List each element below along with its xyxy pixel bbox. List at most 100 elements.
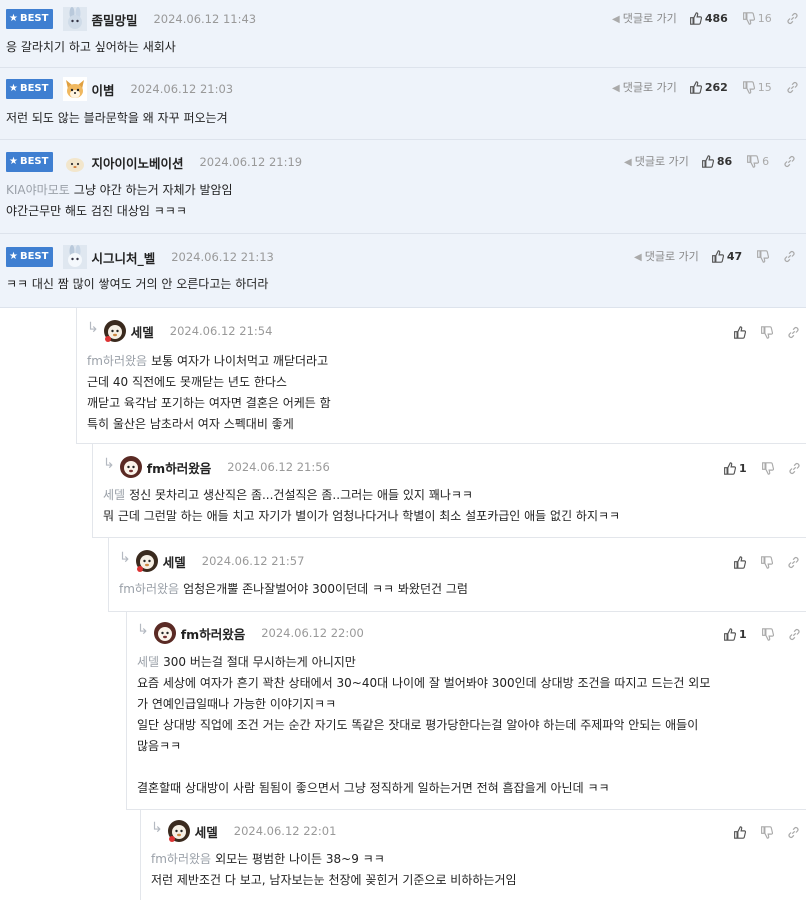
go-to-reply-link[interactable]: ◀ 댓글로 가기 <box>612 79 677 95</box>
thumbs-up-icon[interactable] <box>733 555 746 569</box>
best-badge: ★ BEST <box>6 9 54 29</box>
comment-line: 세델 정신 못차리고 생산직은 좀...건설직은 좀..그러는 애들 있지 꽤나ㅋ… <box>103 485 620 506</box>
mention-tag[interactable]: 세델 <box>137 655 159 669</box>
nickname[interactable]: 세델 <box>131 322 154 341</box>
comment-header: ★ BEST 좀밀망밀 2024.06.12 11:43 <box>6 7 257 31</box>
send-icon: ◀ <box>624 157 632 168</box>
comment-header: ↳ fm하러왔음 2024.06.12 22:00 <box>137 621 364 645</box>
thumbs-down-icon[interactable] <box>761 461 774 475</box>
thumbs-up-icon[interactable] <box>689 11 702 25</box>
nickname[interactable]: 지아이이노베이션 <box>91 153 183 172</box>
nickname[interactable]: 좀밀망밀 <box>91 10 137 29</box>
best-comment: ★ BEST 지아이이노베이션 2024.06.12 21:19 ◀ 댓글로 가기 … <box>0 140 806 234</box>
comment-header: ↳ 세델 2024.06.12 21:54 <box>87 319 272 343</box>
rabbit-avatar-icon[interactable] <box>63 245 88 269</box>
dog-avatar-icon[interactable] <box>152 621 177 645</box>
thumbs-up-icon[interactable] <box>689 80 702 94</box>
star-icon: ★ <box>9 83 18 94</box>
mention-tag[interactable]: fm하러왔음 <box>119 582 179 596</box>
lion-avatar-icon[interactable] <box>134 549 159 573</box>
mention-tag[interactable]: KIA야마모토 <box>6 183 70 197</box>
comment-body: 저런 되도 않는 블라문학을 왜 자꾸 퍼오는겨 <box>6 108 228 129</box>
comment-text: 정신 못차리고 생산직은 좀...건설직은 좀..그러는 애들 있지 꽤나ㅋㅋ <box>129 488 473 502</box>
thumbs-down-icon[interactable] <box>760 555 773 569</box>
comment-section: ★ BEST 좀밀망밀 2024.06.12 11:43 ◀ 댓글로 가기 486 … <box>0 0 806 900</box>
shiba-avatar-icon[interactable] <box>63 77 88 101</box>
reply-arrow-icon: ↳ <box>137 622 149 638</box>
comment-text: 엄청은개뿔 존나잘벌어야 300이던데 ㅋㅋ 봐왔던건 그럼 <box>183 582 468 596</box>
thumbs-down-icon[interactable] <box>742 11 755 25</box>
chick-avatar-icon[interactable] <box>63 150 88 174</box>
go-to-reply-label: 댓글로 가기 <box>644 250 699 263</box>
link-icon[interactable] <box>786 12 799 25</box>
go-to-reply-link[interactable]: ◀ 댓글로 가기 <box>624 153 689 169</box>
lion-avatar-icon[interactable] <box>166 819 191 843</box>
best-comment: ★ BEST 이볌 2024.06.12 21:03 ◀ 댓글로 가기 262 15… <box>0 68 806 140</box>
timestamp: 2024.06.12 11:43 <box>153 12 257 26</box>
comment-actions <box>733 552 800 572</box>
reply-arrow-icon: ↳ <box>103 456 115 472</box>
comment-line: 근데 40 직전에도 못깨닫는 년도 한다스 <box>87 375 287 389</box>
send-icon: ◀ <box>612 14 620 25</box>
thumbs-up-icon[interactable] <box>733 325 746 339</box>
go-to-reply-link[interactable]: ◀ 댓글로 가기 <box>634 248 699 264</box>
nickname[interactable]: 시그니처_벨 <box>91 248 155 267</box>
star-icon: ★ <box>9 156 18 167</box>
thumbs-down-icon[interactable] <box>760 825 773 839</box>
go-to-reply-label: 댓글로 가기 <box>622 12 677 25</box>
comment-line: 야간근무만 해도 검진 대상임 ㅋㅋㅋ <box>6 204 187 218</box>
mention-tag[interactable]: 세델 <box>103 488 125 502</box>
comment-line: 저런 되도 않는 블라문학을 왜 자꾸 퍼오는겨 <box>6 111 228 125</box>
reply-comment: ↳ 세델 2024.06.12 22:01 fm하러왔음 외모는 평범한 나이든 … <box>140 810 806 900</box>
thumbs-up-icon[interactable] <box>733 825 746 839</box>
best-badge-label: BEST <box>19 251 49 262</box>
thumbs-down-icon[interactable] <box>756 249 770 263</box>
thumbs-up-icon[interactable] <box>723 461 736 475</box>
comment-body: fm하러왔음 보통 여자가 나이처먹고 깨닫더라고 근데 40 직전에도 못깨닫는… <box>87 351 331 435</box>
best-badge-label: BEST <box>19 13 49 24</box>
go-to-reply-label: 댓글로 가기 <box>622 81 677 94</box>
nickname[interactable]: 세델 <box>163 552 186 571</box>
comment-actions: ◀ 댓글로 가기 262 15 <box>612 77 799 97</box>
comment-line: 일단 상대방 직업에 조건 거는 순간 자기도 똑같은 잣대로 평가당한다는걸 … <box>137 718 699 732</box>
nickname[interactable]: fm하러왔음 <box>147 458 211 477</box>
link-icon[interactable] <box>783 155 796 168</box>
thumbs-down-icon[interactable] <box>746 154 760 168</box>
comment-header: ★ BEST 지아이이노베이션 2024.06.12 21:19 <box>6 150 302 174</box>
best-badge: ★ BEST <box>6 152 54 172</box>
comment-actions: 1 <box>723 624 801 644</box>
nickname[interactable]: 이볌 <box>91 80 114 99</box>
thumbs-up-icon[interactable] <box>701 154 714 168</box>
go-to-reply-link[interactable]: ◀ 댓글로 가기 <box>612 10 677 26</box>
comment-line <box>137 757 710 778</box>
reply-comment: ↳ 세델 2024.06.12 21:54 fm하러왔음 보통 여자가 나이처먹고… <box>76 308 806 444</box>
comment-line: KIA야마모토 그냥 야간 하는거 자체가 발암임 <box>6 180 233 201</box>
star-icon: ★ <box>9 251 18 262</box>
comment-line: 응 갈라치기 하고 싶어하는 새회사 <box>6 40 176 54</box>
link-icon[interactable] <box>787 326 800 339</box>
nickname[interactable]: 세델 <box>195 822 218 841</box>
thumbs-down-icon[interactable] <box>761 627 774 641</box>
rabbit-avatar-icon[interactable] <box>63 7 88 31</box>
thumbs-down-icon[interactable] <box>760 325 773 339</box>
link-icon[interactable] <box>787 556 800 569</box>
link-icon[interactable] <box>786 81 799 94</box>
comment-line: fm하러왔음 보통 여자가 나이처먹고 깨닫더라고 <box>87 351 331 372</box>
link-icon[interactable] <box>783 250 796 263</box>
thumbs-up-icon[interactable] <box>711 249 724 263</box>
link-icon[interactable] <box>787 826 800 839</box>
comment-line: fm하러왔음 외모는 평범한 나이든 38~9 ㅋㅋ <box>151 849 517 870</box>
upvote-count: 1 <box>739 461 747 475</box>
timestamp: 2024.06.12 21:57 <box>201 554 305 568</box>
comment-line: 많음ㅋㅋ <box>137 739 182 753</box>
link-icon[interactable] <box>788 462 801 475</box>
lion-avatar-icon[interactable] <box>102 319 127 343</box>
mention-tag[interactable]: fm하러왔음 <box>87 354 147 368</box>
link-icon[interactable] <box>788 628 801 641</box>
mention-tag[interactable]: fm하러왔음 <box>151 852 211 866</box>
dog-avatar-icon[interactable] <box>118 455 143 479</box>
best-badge-label: BEST <box>19 156 49 167</box>
thumbs-up-icon[interactable] <box>723 627 736 641</box>
thumbs-down-icon[interactable] <box>742 80 755 94</box>
nickname[interactable]: fm하러왔음 <box>181 624 245 643</box>
